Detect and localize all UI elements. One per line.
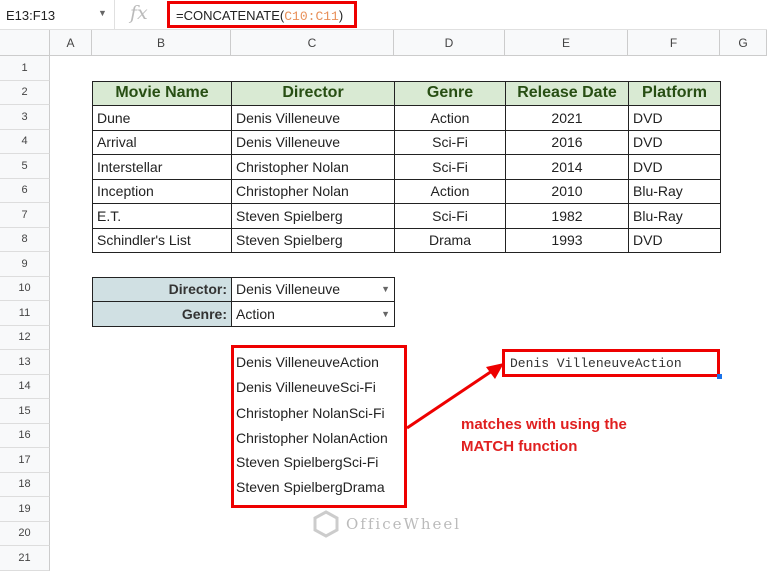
row-header[interactable]: 14	[0, 374, 50, 399]
column-header[interactable]: B	[92, 30, 231, 56]
column-header[interactable]: A	[50, 30, 92, 56]
table-cell[interactable]: 2010	[505, 178, 629, 204]
watermark-logo: OfficeWheel	[312, 510, 461, 538]
highlight-box	[231, 345, 407, 508]
chevron-down-icon[interactable]: ▼	[98, 8, 107, 18]
row-header[interactable]: 21	[0, 546, 50, 571]
row-header[interactable]: 7	[0, 203, 50, 228]
table-cell[interactable]: Interstellar	[92, 154, 232, 180]
row-header[interactable]: 16	[0, 423, 50, 448]
dropdown-value: Action	[236, 305, 275, 322]
table-cell[interactable]: DVD	[628, 105, 721, 131]
row-header[interactable]: 3	[0, 105, 50, 130]
row-header[interactable]: 20	[0, 521, 50, 546]
annotation-line: MATCH function	[461, 438, 578, 455]
table-cell[interactable]: 2021	[505, 105, 629, 131]
row-header[interactable]: 18	[0, 472, 50, 497]
formula-text: =CONCATENATE(	[176, 8, 285, 23]
column-header[interactable]: D	[394, 30, 505, 56]
table-cell[interactable]: Inception	[92, 178, 232, 204]
table-header: Movie Name	[92, 80, 232, 106]
table-cell[interactable]: Schindler's List	[92, 227, 232, 253]
table-cell[interactable]: Drama	[394, 227, 506, 253]
table-header: Release Date	[505, 80, 629, 106]
table-cell[interactable]: 1982	[505, 203, 629, 229]
chevron-down-icon[interactable]: ▼	[381, 284, 390, 294]
row-header[interactable]: 4	[0, 129, 50, 154]
corner-cell[interactable]	[0, 30, 50, 56]
table-cell[interactable]: Sci-Fi	[394, 154, 506, 180]
table-cell[interactable]: Denis Villeneuve	[231, 105, 395, 131]
row-header[interactable]: 1	[0, 56, 50, 81]
column-header[interactable]: G	[720, 30, 767, 56]
row-header[interactable]: 8	[0, 227, 50, 252]
table-cell[interactable]: Arrival	[92, 129, 232, 155]
criteria-label: Genre:	[92, 301, 232, 327]
table-cell[interactable]: Sci-Fi	[394, 129, 506, 155]
table-cell[interactable]: Action	[394, 178, 506, 204]
row-header[interactable]: 5	[0, 154, 50, 179]
table-cell[interactable]: Steven Spielberg	[231, 227, 395, 253]
logo-icon	[313, 510, 339, 538]
table-cell[interactable]: Blu-Ray	[628, 203, 721, 229]
row-header[interactable]: 11	[0, 301, 50, 326]
row-header[interactable]: 15	[0, 399, 50, 424]
table-cell[interactable]: DVD	[628, 154, 721, 180]
table-cell[interactable]: 2016	[505, 129, 629, 155]
row-header[interactable]: 13	[0, 350, 50, 375]
dropdown-value: Denis Villeneuve	[236, 281, 341, 298]
table-cell[interactable]: Dune	[92, 105, 232, 131]
table-cell[interactable]: Christopher Nolan	[231, 154, 395, 180]
row-header[interactable]: 17	[0, 448, 50, 473]
table-cell[interactable]: Blu-Ray	[628, 178, 721, 204]
formula-input[interactable]: =CONCATENATE(C10:C11)	[167, 1, 357, 28]
table-cell[interactable]: 1993	[505, 227, 629, 253]
result-cell[interactable]: Denis VilleneuveAction	[502, 349, 720, 377]
table-cell[interactable]: Christopher Nolan	[231, 178, 395, 204]
table-cell[interactable]: DVD	[628, 129, 721, 155]
row-header[interactable]: 19	[0, 497, 50, 522]
table-cell[interactable]: Action	[394, 105, 506, 131]
table-cell[interactable]: Sci-Fi	[394, 203, 506, 229]
formula-ref: C10:C11	[284, 9, 339, 24]
table-cell[interactable]: E.T.	[92, 203, 232, 229]
row-header[interactable]: 10	[0, 276, 50, 301]
criteria-label: Director:	[92, 276, 232, 302]
watermark-text: OfficeWheel	[346, 515, 462, 533]
criteria-dropdown[interactable]: Denis Villeneuve ▼	[231, 276, 395, 302]
table-header: Platform	[628, 80, 721, 106]
table-header: Genre	[394, 80, 506, 106]
row-header[interactable]: 6	[0, 178, 50, 203]
table-cell[interactable]: Steven Spielberg	[231, 203, 395, 229]
table-header: Director	[231, 80, 395, 106]
annotation-text: matches with using the MATCH function	[461, 414, 627, 458]
chevron-down-icon[interactable]: ▼	[381, 309, 390, 319]
table-cell[interactable]: Denis Villeneuve	[231, 129, 395, 155]
column-header[interactable]: E	[505, 30, 628, 56]
formula-bar	[0, 0, 767, 30]
row-header[interactable]: 12	[0, 325, 50, 350]
formula-text-end: )	[338, 8, 344, 23]
criteria-dropdown[interactable]: Action ▼	[231, 301, 395, 327]
table-cell[interactable]: 2014	[505, 154, 629, 180]
column-header[interactable]: F	[628, 30, 720, 56]
column-header[interactable]: C	[231, 30, 394, 56]
row-header[interactable]: 2	[0, 80, 50, 105]
fx-icon: fx	[130, 2, 148, 24]
fill-handle[interactable]	[717, 374, 722, 379]
annotation-line: matches with using the	[461, 416, 627, 433]
row-header[interactable]: 9	[0, 252, 50, 277]
table-cell[interactable]: DVD	[628, 227, 721, 253]
